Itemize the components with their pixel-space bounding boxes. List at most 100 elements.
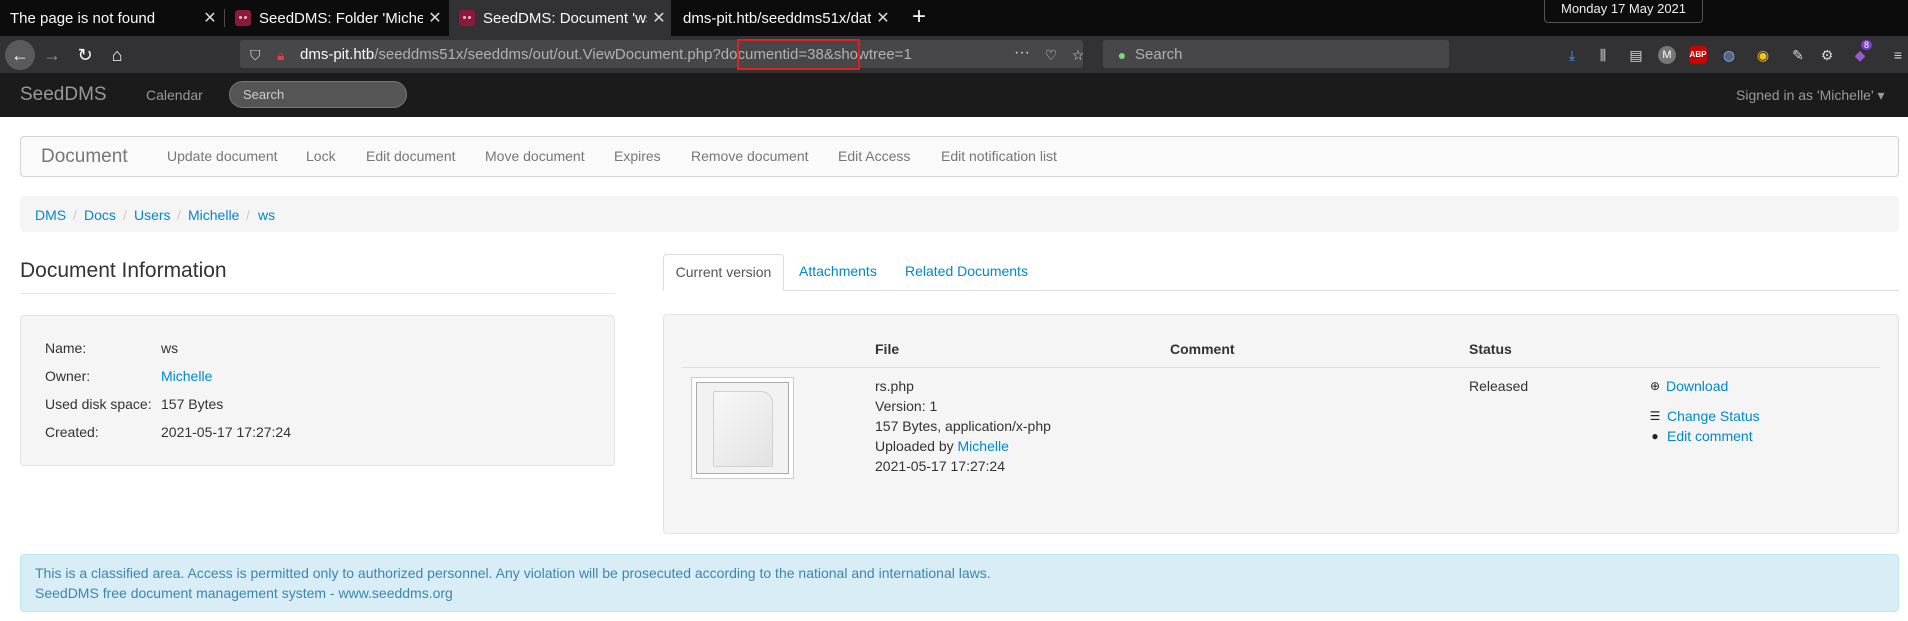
footer-notice: [20, 554, 1899, 612]
divider: [20, 293, 615, 294]
breadcrumb-item[interactable]: Michelle: [188, 207, 239, 223]
footer-disclaimer: This is a classified area. Access is per…: [35, 565, 991, 581]
breadcrumb-item[interactable]: Users: [134, 207, 171, 223]
document-information-heading: Document Information: [20, 259, 227, 282]
info-label-name: Name:: [45, 340, 87, 356]
change-status-link[interactable]: Change Status: [1667, 408, 1760, 424]
download-link[interactable]: Download: [1666, 378, 1728, 394]
uploaded-by: Uploaded by Michelle: [875, 438, 1009, 454]
uploader-link[interactable]: Michelle: [958, 438, 1009, 454]
tab-current-version[interactable]: Current version: [663, 254, 784, 291]
status-value: Released: [1469, 378, 1529, 394]
list-icon: ☰: [1649, 409, 1661, 423]
breadcrumb-item[interactable]: DMS: [35, 207, 66, 223]
tab-title: dms-pit.htb/seeddms51x/data: [683, 9, 871, 27]
owner-link[interactable]: Michelle: [161, 368, 212, 384]
search-input[interactable]: Search: [229, 81, 407, 108]
uploaded-date: 2021-05-17 17:27:24: [875, 458, 1005, 474]
comment-icon: ●: [1651, 429, 1659, 443]
uploaded-by-prefix: Uploaded by: [875, 438, 954, 454]
edit-comment-link[interactable]: Edit comment: [1667, 428, 1753, 444]
close-icon[interactable]: ✕: [871, 8, 895, 28]
browser-tab-active[interactable]: SeedDMS: Document 'ws' ✕: [449, 0, 671, 36]
brand-logo[interactable]: SeedDMS: [20, 84, 107, 106]
move-document-link[interactable]: Move document: [485, 148, 585, 164]
download-icon[interactable]: ⤓: [1563, 46, 1581, 64]
remove-document-link[interactable]: Remove document: [691, 148, 809, 164]
document-info-panel: [20, 315, 615, 466]
menu-icon[interactable]: ≡: [1889, 46, 1907, 64]
adblock-icon[interactable]: ABP: [1689, 46, 1707, 64]
info-label-created: Created:: [45, 424, 99, 440]
file-name: rs.php: [875, 378, 914, 394]
account-icon[interactable]: M: [1658, 46, 1676, 64]
tab-title: SeedDMS: Folder 'Michelle': [259, 9, 423, 27]
url-host: dms-pit.htb: [300, 46, 375, 63]
tab-title: The page is not found: [10, 9, 156, 27]
close-icon[interactable]: ✕: [423, 8, 447, 28]
lock-link[interactable]: Lock: [306, 148, 336, 164]
table-header-divider: [682, 367, 1880, 368]
edit-document-link[interactable]: Edit document: [366, 148, 456, 164]
seeddms-favicon-icon: [459, 10, 475, 26]
browser-tab[interactable]: The page is not found ✕: [0, 0, 222, 36]
column-header-comment: Comment: [1170, 341, 1235, 357]
browser-tab-bar: The page is not found ✕ SeedDMS: Folder …: [0, 0, 1908, 36]
palette-icon[interactable]: ✎: [1789, 46, 1807, 64]
user-menu[interactable]: Signed in as 'Michelle' ▾: [1736, 87, 1885, 104]
edit-access-link[interactable]: Edit Access: [838, 148, 910, 164]
home-button[interactable]: ⌂: [102, 40, 132, 70]
breadcrumb-item[interactable]: Docs: [84, 207, 116, 223]
browser-search-placeholder: Search: [1135, 46, 1183, 63]
version-panel: [663, 314, 1899, 534]
close-icon[interactable]: ✕: [198, 8, 222, 28]
file-version: Version: 1: [875, 398, 938, 414]
tab-attachments[interactable]: Attachments: [787, 254, 889, 291]
expires-link[interactable]: Expires: [614, 148, 661, 164]
footer-credit[interactable]: SeedDMS free document management system …: [35, 585, 453, 601]
browser-tab[interactable]: dms-pit.htb/seeddms51x/data ✕: [673, 0, 895, 36]
update-document-link[interactable]: Update document: [167, 148, 278, 164]
library-icon[interactable]: ⫼: [1594, 46, 1612, 64]
document-icon: [713, 391, 773, 467]
pocket-icon[interactable]: ♡: [1042, 46, 1060, 64]
column-header-file: File: [875, 341, 900, 357]
column-header-status: Status: [1469, 341, 1512, 357]
seeddms-favicon-icon: [235, 10, 251, 26]
gear-icon[interactable]: ⚙: [1818, 46, 1836, 64]
sidebar-icon[interactable]: ▤: [1627, 46, 1645, 64]
breadcrumb-separator: /: [177, 207, 181, 223]
info-value-name: ws: [161, 340, 179, 356]
search-engine-icon: ●: [1117, 47, 1127, 63]
action-bar-title: Document: [41, 146, 128, 167]
breadcrumb-separator: /: [246, 207, 250, 223]
info-value-disk-space: 157 Bytes: [161, 396, 224, 412]
breadcrumb: [20, 196, 1899, 232]
back-button[interactable]: ←: [5, 40, 35, 70]
forward-button[interactable]: →: [37, 40, 67, 70]
date-tooltip: Monday 17 May 2021: [1544, 0, 1703, 23]
breadcrumb-item[interactable]: ws: [258, 207, 275, 223]
shield-icon[interactable]: ⛉: [250, 47, 261, 64]
close-icon[interactable]: ✕: [647, 8, 671, 28]
new-tab-button[interactable]: +: [905, 4, 933, 32]
bookmark-star-icon[interactable]: ☆: [1069, 46, 1087, 64]
breadcrumb-separator: /: [123, 207, 127, 223]
file-thumbnail[interactable]: [691, 377, 794, 479]
browser-tab[interactable]: SeedDMS: Folder 'Michelle' ✕: [225, 0, 447, 36]
url-highlight-box: [737, 39, 860, 70]
edit-notification-list-link[interactable]: Edit notification list: [941, 148, 1057, 164]
insecure-lock-icon[interactable]: 🔒︎: [277, 47, 284, 64]
file-size-type: 157 Bytes, application/x-php: [875, 418, 1051, 434]
info-label-disk-space: Used disk space:: [45, 396, 152, 412]
url-path: /seeddms51x/seeddms/out/out.ViewDocument…: [374, 46, 713, 63]
tab-related-documents[interactable]: Related Documents: [893, 254, 1040, 291]
extension-badge: 8: [1861, 40, 1873, 50]
globe-icon[interactable]: ◍: [1720, 46, 1738, 64]
info-value-created: 2021-05-17 17:27:24: [161, 424, 291, 440]
page-actions-icon[interactable]: ···: [1013, 44, 1031, 62]
extension-ring-icon[interactable]: ◉: [1754, 46, 1772, 64]
tab-title: SeedDMS: Document 'ws': [483, 9, 647, 27]
reload-button[interactable]: ↻: [70, 40, 100, 70]
nav-calendar[interactable]: Calendar: [146, 87, 203, 103]
